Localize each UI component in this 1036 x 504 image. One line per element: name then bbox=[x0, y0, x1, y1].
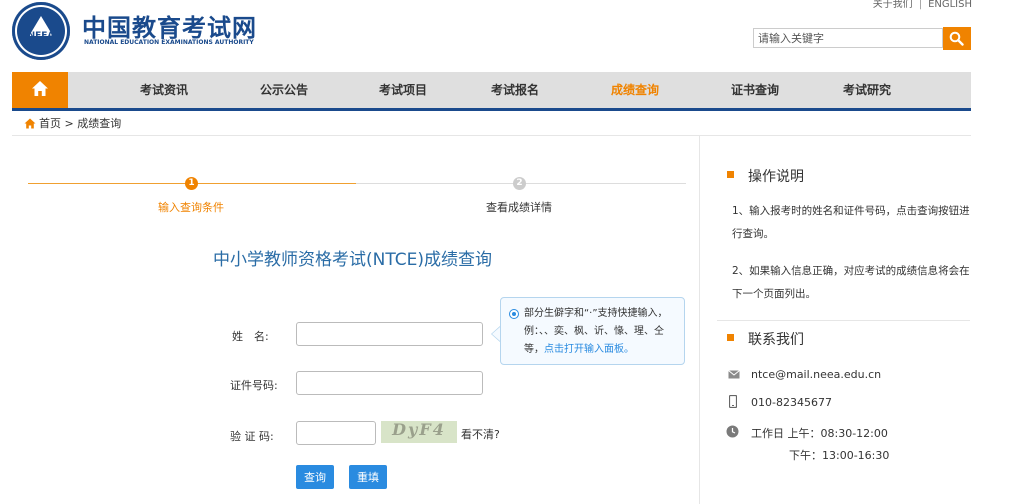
submit-query-button[interactable]: 查询 bbox=[296, 465, 334, 489]
contact-title: 联系我们 bbox=[748, 332, 804, 348]
breadcrumb-home-link[interactable]: 首页 bbox=[39, 117, 61, 130]
open-input-panel-link[interactable]: 点击打开输入面板。 bbox=[544, 344, 634, 355]
logo-title[interactable]: 中国教育考试网 bbox=[82, 8, 257, 43]
nav-item-exam-projects[interactable]: 考试项目 bbox=[379, 72, 427, 108]
logo-emblem[interactable]: NEEA bbox=[12, 2, 70, 60]
nav-item-registration[interactable]: 考试报名 bbox=[491, 72, 539, 108]
search-input[interactable] bbox=[753, 28, 943, 48]
contact-email[interactable]: ntce@mail.neea.edu.cn bbox=[751, 368, 881, 381]
nav-home-button[interactable] bbox=[12, 72, 68, 108]
reset-button[interactable]: 重填 bbox=[349, 465, 387, 489]
nav-item-score-query[interactable]: 成绩查询 bbox=[611, 72, 659, 108]
nav-item-exam-news[interactable]: 考试资讯 bbox=[140, 72, 188, 108]
search-icon bbox=[949, 31, 964, 46]
step-2-marker: 2 bbox=[513, 177, 526, 190]
name-label: 姓 名: bbox=[232, 330, 269, 343]
divider bbox=[12, 135, 971, 136]
id-number-input[interactable] bbox=[296, 371, 483, 395]
breadcrumb: 首页 > 成绩查询 bbox=[24, 115, 121, 131]
step-2-label: 查看成绩详情 bbox=[486, 201, 552, 214]
bullet-square-icon bbox=[727, 171, 734, 178]
instruction-item-1: 1、输入报考时的姓名和证件号码，点击查询按钮进行查询。 bbox=[732, 205, 970, 240]
contact-hours-morning: 工作日 上午：08:30-12:00 bbox=[751, 427, 888, 440]
nav-item-certificate-query[interactable]: 证书查询 bbox=[731, 72, 779, 108]
logo-emblem-text: NEEA bbox=[27, 31, 55, 41]
english-link[interactable]: ENGLISH bbox=[928, 0, 972, 10]
captcha-label: 验 证 码: bbox=[230, 430, 274, 443]
top-links-divider: | bbox=[918, 0, 923, 10]
breadcrumb-current: 成绩查询 bbox=[77, 117, 122, 130]
nav-item-announcements[interactable]: 公示公告 bbox=[260, 72, 308, 108]
captcha-refresh-link[interactable]: 看不清? bbox=[461, 426, 500, 442]
column-divider bbox=[699, 136, 700, 504]
captcha-input[interactable] bbox=[296, 421, 376, 445]
about-link[interactable]: 关于我们 bbox=[873, 0, 913, 10]
divider bbox=[717, 320, 970, 321]
logo-subtitle: NATIONAL EDUCATION EXAMINATIONS AUTHORIT… bbox=[84, 39, 254, 46]
breadcrumb-separator: > bbox=[64, 117, 74, 130]
email-icon bbox=[728, 370, 740, 379]
clock-icon bbox=[726, 425, 739, 438]
id-number-label: 证件号码: bbox=[230, 379, 278, 392]
top-links: 关于我们 | ENGLISH bbox=[873, 0, 972, 10]
step-1-marker: 1 bbox=[185, 177, 198, 190]
name-input[interactable] bbox=[296, 322, 483, 346]
phone-icon bbox=[729, 395, 737, 408]
contact-phone: 010-82345677 bbox=[751, 396, 832, 409]
search-button[interactable] bbox=[943, 27, 971, 50]
tip-text: 部分生僻字和“·”支持快捷输入，例：、、奕、枫、䜣、㥟、瑆、仝等，点击打开输入面… bbox=[524, 305, 674, 359]
tip-radio-icon bbox=[509, 309, 519, 319]
home-icon bbox=[24, 118, 36, 129]
home-icon bbox=[32, 81, 48, 96]
main-nav: 考试资讯 公示公告 考试项目 考试报名 成绩查询 证书查询 考试研究 bbox=[12, 72, 971, 111]
bullet-square-icon bbox=[727, 334, 734, 341]
captcha-image-text: DyF4 bbox=[392, 420, 446, 439]
contact-hours-afternoon: 下午：13:00-16:30 bbox=[789, 449, 890, 462]
tip-arrow-inner bbox=[492, 327, 500, 341]
step-1-label: 输入查询条件 bbox=[158, 201, 224, 214]
nav-item-exam-research[interactable]: 考试研究 bbox=[843, 72, 891, 108]
form-title: 中小学教师资格考试(NTCE)成绩查询 bbox=[213, 250, 492, 270]
instructions-title: 操作说明 bbox=[748, 169, 804, 185]
instruction-item-2: 2、如果输入信息正确，对应考试的成绩信息将会在下一个页面列出。 bbox=[732, 265, 970, 300]
